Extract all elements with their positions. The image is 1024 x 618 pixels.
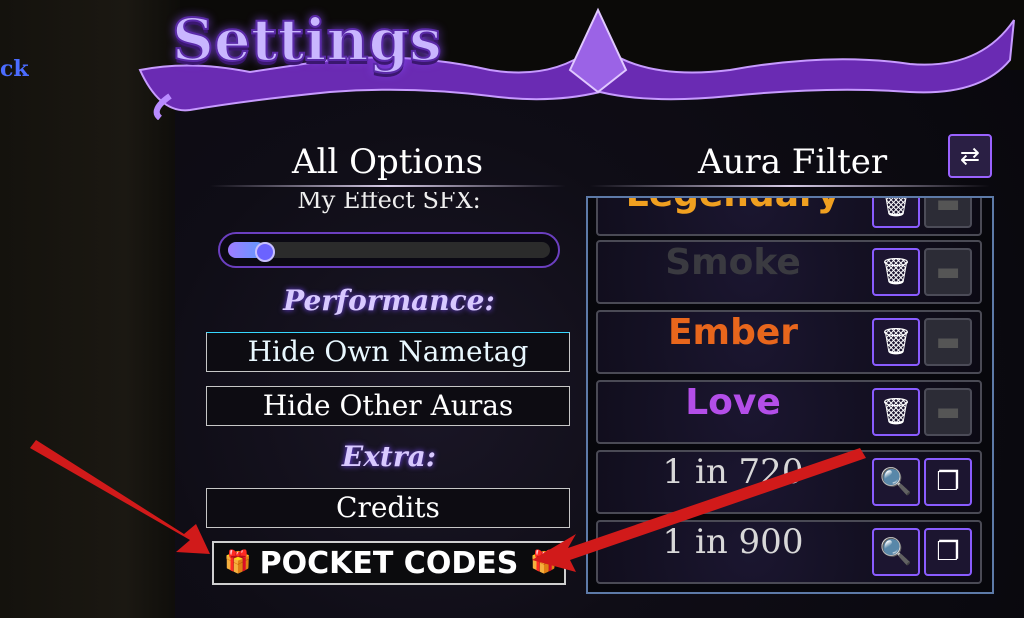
arrow-right xyxy=(532,448,866,572)
arrow-left xyxy=(30,440,210,554)
annotation-arrows xyxy=(30,440,866,572)
